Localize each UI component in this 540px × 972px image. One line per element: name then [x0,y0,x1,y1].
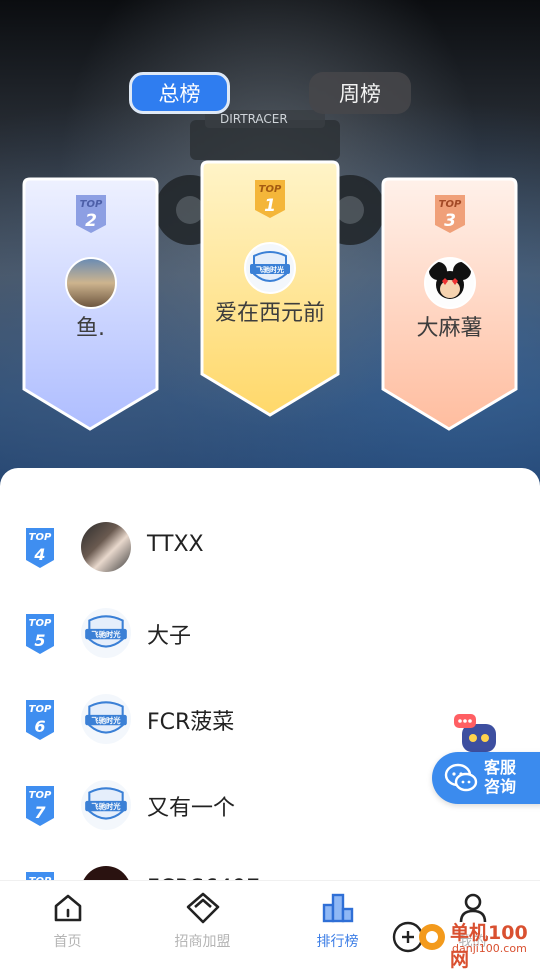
svg-text:DIRTRACER: DIRTRACER [220,112,288,126]
nav-home[interactable]: 首页 [0,881,135,961]
handshake-diamond-icon [186,892,219,924]
svg-text:TOP: TOP [29,618,52,629]
svg-text:TOP: TOP [259,184,282,195]
cs-line-1: 客服 [484,758,517,777]
podium-name: 爱在西元前 [214,301,325,326]
list-item[interactable]: TOP 4 TTXX [0,508,540,594]
bar-chart-icon [322,893,353,923]
nav-label: 招商加盟 [174,934,231,950]
rank-badge-icon: TOP 5 [26,614,54,654]
avatar: 飞驰时光 [81,694,131,744]
podium-name: 鱼. [76,316,105,341]
cs-line-2: 咨询 [484,777,517,796]
svg-text:5: 5 [34,631,45,650]
rank-badge-icon: TOP 6 [26,700,54,740]
home-icon [54,894,81,922]
podium-card-second[interactable]: TOP 2 鱼. [22,177,159,432]
nav-label: 首页 [53,934,82,950]
podium-card-first[interactable]: TOP 1 飞驰时光 爱在西元前 [200,160,340,418]
tab-overall[interactable]: 总榜 [129,72,230,114]
avatar: 飞驰时光 [81,780,131,830]
avatar [81,522,131,572]
svg-text:TOP: TOP [79,199,102,210]
list-item[interactable]: TOP 5 飞驰时光 大子 [0,594,540,680]
svg-text:TOP: TOP [29,532,52,543]
top3-badge-icon: TOP 3 [434,195,465,233]
svg-text:TOP: TOP [438,199,461,210]
rank-badge-icon: TOP 7 [26,786,54,826]
list-item-name: 大子 [147,624,192,649]
watermark-url: danji100.com [452,942,527,955]
svg-text:飞驰时光: 飞驰时光 [91,630,121,639]
top1-badge-icon: TOP 1 [255,180,285,218]
svg-text:飞驰时光: 飞驰时光 [256,265,284,274]
rank-badge-icon: TOP 4 [26,528,54,568]
customer-service-float[interactable]: 客服 咨询 [432,710,540,806]
avatar: 飞驰时光 [244,242,296,294]
nav-ranking[interactable]: 排行榜 [270,881,405,961]
list-item-name: 又有一个 [147,796,236,821]
svg-text:7: 7 [34,803,46,822]
avatar: 飞驰时光 [81,608,131,658]
podium-name: 大麻薯 [416,316,483,341]
logo-icon: 飞驰时光 [85,701,127,734]
svg-text:6: 6 [34,717,45,736]
tab-weekly[interactable]: 周榜 [309,72,411,114]
robot-icon [454,714,496,752]
logo-icon: 飞驰时光 [85,787,127,820]
podium-card-third[interactable]: TOP 3 大麻薯 [381,177,518,432]
nav-franchise[interactable]: 招商加盟 [135,881,270,961]
ranking-list[interactable]: TOP 4 TTXX TOP 5 飞驰时光 大子 TOP 6 飞驰时光 FCR菠… [0,468,540,888]
svg-text:2: 2 [85,211,97,231]
svg-text:飞驰时光: 飞驰时光 [91,802,121,811]
svg-text:4: 4 [33,545,45,564]
chat-bubble-icon [444,763,478,792]
watermark-logo: 单机100网 danji100.com [392,914,540,971]
customer-service-button[interactable]: 客服 咨询 [432,752,540,804]
list-item-name: TTXX [147,532,204,557]
svg-text:3: 3 [444,211,456,231]
svg-text:飞驰时光: 飞驰时光 [91,716,121,725]
watermark-icon [392,921,445,953]
customer-service-label: 客服 咨询 [484,758,516,796]
top2-badge-icon: TOP 2 [75,195,106,233]
nav-label: 排行榜 [316,934,359,950]
logo-icon: 飞驰时光 [250,251,290,282]
logo-icon: 飞驰时光 [85,615,127,648]
avatar [423,257,476,309]
svg-text:TOP: TOP [29,790,52,801]
svg-text:TOP: TOP [29,704,52,715]
avatar [64,257,117,309]
mouse-avatar-icon [428,262,471,299]
list-item-name: FCR菠菜 [147,710,235,735]
svg-text:1: 1 [264,196,276,216]
